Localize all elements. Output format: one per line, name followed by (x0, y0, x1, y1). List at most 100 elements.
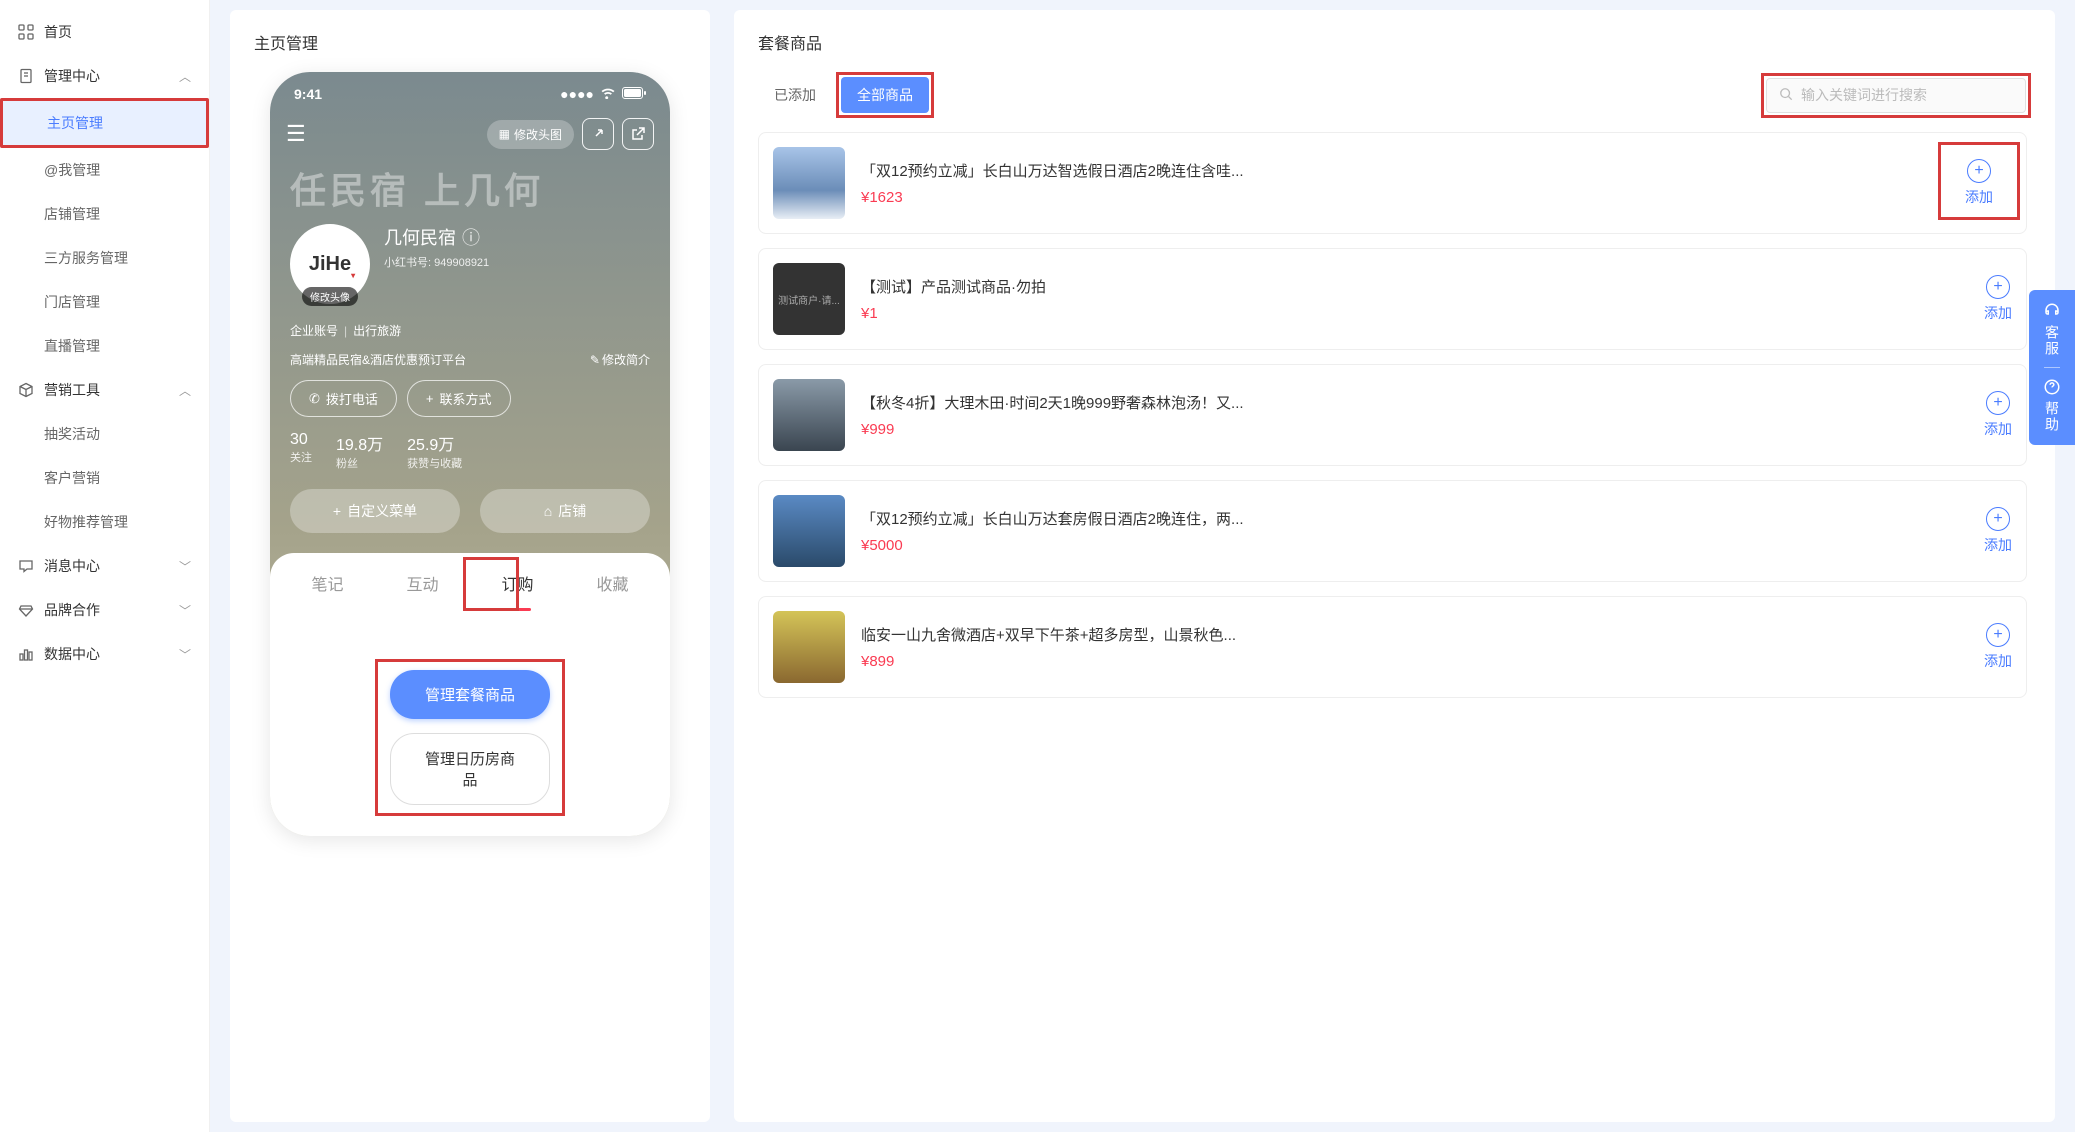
product-list[interactable]: 「双12预约立减」长白山万达智选假日酒店2晚连住含哇... ¥1623 + 添加… (758, 132, 2031, 1102)
nav-item-live[interactable]: 直播管理 (0, 324, 209, 368)
help-help-button[interactable]: 帮助 (2042, 378, 2062, 433)
phone-top-row: ☰ ▦ 修改头图 (270, 110, 670, 162)
product-info: 【测试】产品测试商品·勿拍 ¥1 (861, 276, 1968, 322)
nav-group-label: 品牌合作 (44, 600, 100, 620)
add-label: 添加 (1984, 651, 2012, 671)
stat-follow[interactable]: 30 关注 (290, 431, 312, 471)
share-icon[interactable] (582, 118, 614, 150)
nav-item-lottery[interactable]: 抽奖活动 (0, 412, 209, 456)
panel-title: 套餐商品 (758, 30, 2031, 54)
nav-item-at-me[interactable]: @我管理 (0, 148, 209, 192)
avatar-accent: ▾ (351, 271, 355, 280)
help-dock: 客服 帮助 (2029, 290, 2075, 445)
menu-icon[interactable]: ☰ (286, 121, 306, 147)
question-icon (2043, 378, 2061, 399)
pencil-icon: ✎ (590, 353, 600, 367)
panel-homepage-management: 主页管理 9:41 ●●●● ☰ (230, 10, 710, 1122)
profile-id: 小红书号: 949908921 (384, 254, 489, 270)
nav-group-label: 管理中心 (44, 66, 100, 86)
manage-buttons-annotation: 管理套餐商品 管理日历房商品 (375, 659, 565, 816)
nav-home[interactable]: 首页 (0, 10, 209, 54)
stat-fans[interactable]: 19.8万 粉丝 (336, 431, 383, 471)
stat-likes[interactable]: 25.9万 获赞与收藏 (407, 431, 462, 471)
product-info: 「双12预约立减」长白山万达套房假日酒店2晚连住，两... ¥5000 (861, 508, 1968, 554)
add-button[interactable]: + 添加 (1984, 275, 2012, 323)
manage-package-button[interactable]: 管理套餐商品 (390, 670, 550, 719)
grid-icon (18, 24, 34, 40)
add-button[interactable]: + 添加 (1938, 142, 2020, 220)
plus-circle-icon: + (1986, 391, 2010, 415)
nav-item-homepage[interactable]: 主页管理 (0, 98, 209, 148)
call-button[interactable]: ✆ 拨打电话 (290, 380, 397, 417)
plus-circle-icon: + (1986, 623, 2010, 647)
profile-description-row: 高端精品民宿&酒店优惠预订平台 ✎ 修改简介 (270, 347, 670, 380)
phone-icon: ✆ (309, 391, 320, 407)
battery-icon (622, 86, 646, 102)
product-info: 【秋冬4折】大理木田·时间2天1晚999野奢森林泡汤！又... ¥999 (861, 392, 1968, 438)
product-title: 【测试】产品测试商品·勿拍 (861, 276, 1968, 297)
search-input[interactable] (1801, 87, 2013, 103)
filter-all-annotation: 全部商品 (836, 72, 934, 118)
info-icon[interactable]: ⓘ (462, 224, 480, 250)
plus-circle-icon: + (1986, 275, 2010, 299)
tab-notes[interactable]: 笔记 (290, 553, 365, 609)
product-image: 测试商户·请... (773, 263, 845, 335)
nav-item-third-party[interactable]: 三方服务管理 (0, 236, 209, 280)
filter-all[interactable]: 全部商品 (841, 77, 929, 113)
add-button[interactable]: + 添加 (1984, 623, 2012, 671)
chevron-up-icon: ︿ (179, 382, 191, 399)
edit-header-button[interactable]: ▦ 修改头图 (487, 120, 574, 149)
help-service-button[interactable]: 客服 (2042, 302, 2062, 357)
filter-added[interactable]: 已添加 (758, 77, 832, 113)
product-image (773, 379, 845, 451)
profile-name: 几何民宿 ⓘ (384, 224, 489, 250)
plus-circle-icon: + (1986, 507, 2010, 531)
phone-preview-wrap: 9:41 ●●●● ☰ ▦ (254, 72, 686, 1102)
nav-group-brand[interactable]: 品牌合作 ﹀ (0, 588, 209, 632)
diamond-icon (18, 602, 34, 618)
add-button[interactable]: + 添加 (1984, 391, 2012, 439)
external-link-icon[interactable] (622, 118, 654, 150)
product-price: ¥999 (861, 421, 1968, 438)
custom-menu-button[interactable]: + 自定义菜单 (290, 489, 460, 533)
add-label: 添加 (1965, 187, 1993, 207)
manage-calendar-button[interactable]: 管理日历房商品 (390, 733, 550, 805)
tab-order[interactable]: 订购 (480, 553, 555, 609)
divider (2044, 367, 2060, 368)
contact-button[interactable]: + 联系方式 (407, 380, 511, 417)
menu-row: + 自定义菜单 ⌂ 店铺 (270, 489, 670, 553)
product-card: 「双12预约立减」长白山万达套房假日酒店2晚连住，两... ¥5000 + 添加 (758, 480, 2027, 582)
add-label: 添加 (1984, 535, 2012, 555)
chart-icon (18, 646, 34, 662)
add-label: 添加 (1984, 419, 2012, 439)
nav-item-shop[interactable]: 店铺管理 (0, 192, 209, 236)
hero-text: 任民宿 上几何 (270, 162, 670, 214)
nav-group-label: 消息中心 (44, 556, 100, 576)
nav-item-store[interactable]: 门店管理 (0, 280, 209, 324)
tab-interaction[interactable]: 互动 (385, 553, 460, 609)
sidebar: 首页 管理中心 ︿ 主页管理 @我管理 店铺管理 三方服务管理 门店管理 直播管… (0, 0, 210, 1132)
nav-group-management[interactable]: 管理中心 ︿ (0, 54, 209, 98)
phone-status-bar: 9:41 ●●●● (270, 72, 670, 110)
main-content: 主页管理 9:41 ●●●● ☰ (210, 0, 2075, 1132)
product-image (773, 495, 845, 567)
product-title: 「双12预约立减」长白山万达套房假日酒店2晚连住，两... (861, 508, 1968, 529)
avatar[interactable]: JiHe ▾ 修改头像 (290, 224, 370, 304)
nav-group-messages[interactable]: 消息中心 ﹀ (0, 544, 209, 588)
add-button[interactable]: + 添加 (1984, 507, 2012, 555)
product-card: 【秋冬4折】大理木田·时间2天1晚999野奢森林泡汤！又... ¥999 + 添… (758, 364, 2027, 466)
nav-group-marketing[interactable]: 营销工具 ︿ (0, 368, 209, 412)
product-image (773, 147, 845, 219)
product-card: 临安一山九舍微酒店+双早下午茶+超多房型，山景秋色... ¥899 + 添加 (758, 596, 2027, 698)
nav-item-customer-marketing[interactable]: 客户营销 (0, 456, 209, 500)
product-price: ¥1 (861, 305, 1968, 322)
edit-intro-button[interactable]: ✎ 修改简介 (590, 351, 650, 368)
shop-button[interactable]: ⌂ 店铺 (480, 489, 650, 533)
panel-title: 主页管理 (254, 30, 686, 54)
nav-item-recommend[interactable]: 好物推荐管理 (0, 500, 209, 544)
search-box[interactable] (1766, 78, 2026, 113)
chat-icon (18, 558, 34, 574)
nav-group-data[interactable]: 数据中心 ﹀ (0, 632, 209, 676)
phone-body: 管理套餐商品 管理日历房商品 (270, 609, 670, 836)
tab-favorite[interactable]: 收藏 (575, 553, 650, 609)
